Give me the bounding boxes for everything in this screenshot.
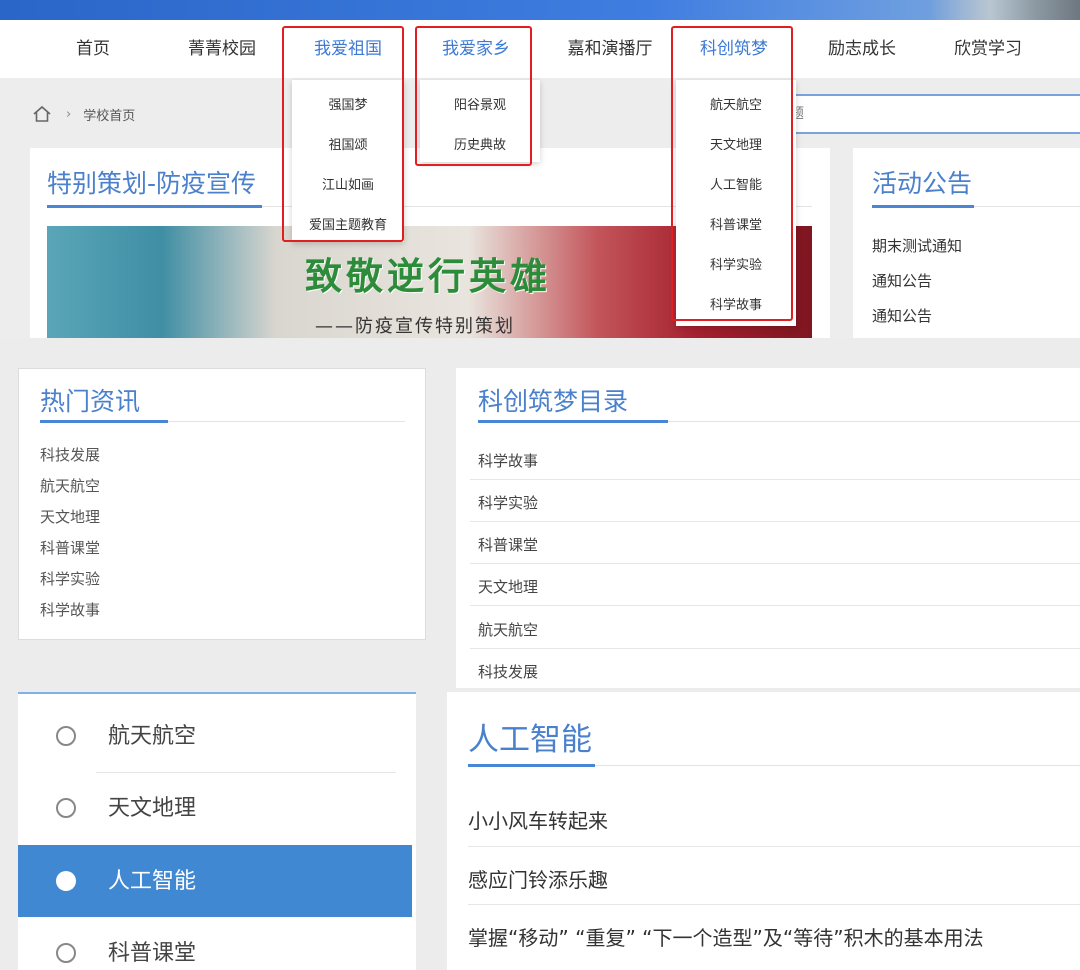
hot-news-item[interactable]: 科普课堂	[40, 537, 100, 558]
top-banner	[0, 0, 1080, 20]
home-icon[interactable]	[32, 105, 52, 123]
catalog-title[interactable]: 科创筑梦目录	[478, 382, 628, 418]
highlight-box	[415, 26, 532, 166]
catalog-item[interactable]: 科普课堂	[478, 534, 538, 555]
highlight-box	[671, 26, 793, 321]
radio-selected-icon	[56, 871, 76, 891]
sidebar-item-ai[interactable]: 人工智能	[18, 845, 412, 917]
catalog-title-underline	[478, 420, 668, 423]
main-nav: 首页 菁菁校园 我爱祖国 我爱家乡 嘉和演播厅 科创筑梦 励志成长 欣赏学习	[0, 20, 1080, 78]
feature-title[interactable]: 特别策划-防疫宣传	[47, 164, 256, 200]
ai-title[interactable]: 人工智能	[468, 714, 592, 759]
search-input[interactable]	[782, 96, 1080, 132]
nav-growth[interactable]: 励志成长	[810, 20, 914, 78]
catalog-row-divider	[470, 563, 1080, 564]
catalog-item[interactable]: 天文地理	[478, 576, 538, 597]
hero-headline: 致敬逆行英雄	[305, 255, 551, 298]
catalog-row-divider	[470, 648, 1080, 649]
nav-campus[interactable]: 菁菁校园	[170, 20, 274, 78]
highlight-box	[282, 26, 404, 242]
sidebar-item-aerospace[interactable]: 航天航空	[18, 700, 412, 772]
breadcrumb-current[interactable]: 学校首页	[83, 105, 135, 124]
sidebar-item-label: 人工智能	[108, 869, 197, 894]
radio-icon	[56, 798, 76, 818]
article-link[interactable]: 小小风车转起来	[468, 805, 608, 834]
notice-title-underline	[872, 205, 974, 208]
nav-home[interactable]: 首页	[55, 20, 131, 78]
article-link[interactable]: 掌握“移动” “重复” “下一个造型”及“等待”积木的基本用法	[468, 922, 984, 951]
search-box	[780, 94, 1080, 134]
banner-image	[930, 0, 1080, 20]
notice-item[interactable]: 通知公告	[872, 270, 932, 291]
sidebar-item-science-class[interactable]: 科普课堂	[18, 917, 412, 970]
hero-subline: ——防疫宣传特别策划	[315, 316, 515, 337]
hot-news-item[interactable]: 航天航空	[40, 475, 100, 496]
hot-news-title[interactable]: 热门资讯	[40, 382, 140, 418]
sidebar-item-label: 航天航空	[108, 724, 197, 749]
sidebar-item-astronomy[interactable]: 天文地理	[18, 772, 412, 844]
notice-title[interactable]: 活动公告	[872, 164, 972, 200]
sidebar-item-label: 天文地理	[108, 796, 197, 821]
article-divider	[468, 904, 1080, 905]
chevron-right-icon: ›	[66, 106, 72, 122]
article-divider	[468, 846, 1080, 847]
catalog-row-divider	[470, 521, 1080, 522]
hot-news-title-underline	[40, 420, 168, 423]
notice-item[interactable]: 期末测试通知	[872, 235, 962, 256]
hot-news-item[interactable]: 科学实验	[40, 568, 100, 589]
catalog-row-divider	[470, 479, 1080, 480]
sidebar-item-label: 科普课堂	[108, 941, 197, 966]
article-link[interactable]: 感应门铃添乐趣	[468, 864, 608, 893]
radio-icon	[56, 943, 76, 963]
catalog-item[interactable]: 科技发展	[478, 661, 538, 682]
nav-study[interactable]: 欣赏学习	[936, 20, 1040, 78]
catalog-row-divider	[470, 605, 1080, 606]
feature-title-underline	[47, 205, 262, 208]
catalog-item[interactable]: 航天航空	[478, 619, 538, 640]
breadcrumb: › 学校首页	[32, 100, 135, 128]
radio-icon	[56, 726, 76, 746]
catalog-item[interactable]: 科学故事	[478, 450, 538, 471]
hot-news-item[interactable]: 天文地理	[40, 506, 100, 527]
catalog-item[interactable]: 科学实验	[478, 492, 538, 513]
hot-news-item[interactable]: 科学故事	[40, 599, 100, 620]
nav-studio[interactable]: 嘉和演播厅	[550, 20, 670, 78]
notice-item[interactable]: 通知公告	[872, 305, 932, 326]
ai-title-underline	[468, 764, 595, 767]
hot-news-item[interactable]: 科技发展	[40, 444, 100, 465]
